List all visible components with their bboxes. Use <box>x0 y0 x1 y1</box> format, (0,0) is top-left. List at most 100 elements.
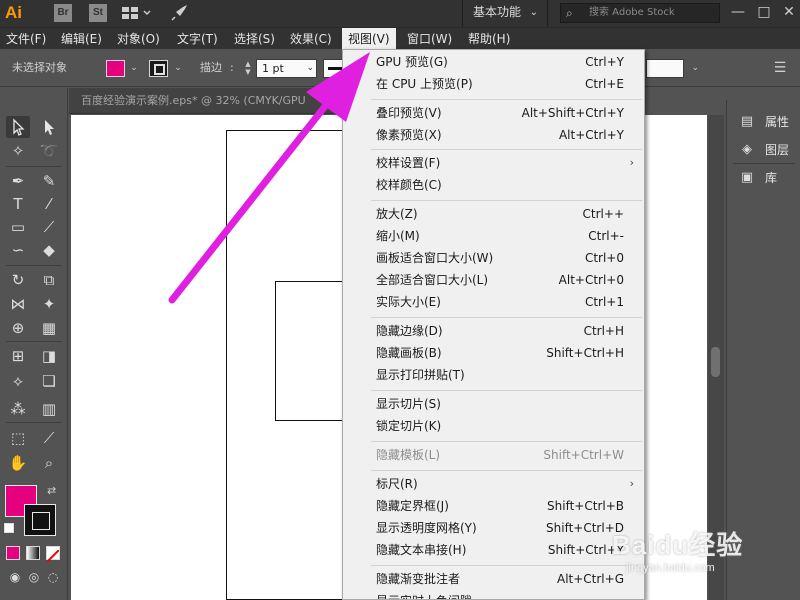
menu-item-proof-colors[interactable]: 校样颜色(C) <box>343 174 644 196</box>
menu-item-hide-text-threads[interactable]: 隐藏文本串接(H) Shift+Ctrl+Y <box>343 539 644 561</box>
line-tool-icon[interactable]: ⁄ <box>37 193 61 215</box>
lasso-tool-icon[interactable]: ➰ <box>37 140 61 162</box>
minimize-icon[interactable]: — <box>725 0 751 25</box>
fill-dropdown-icon[interactable]: ⌄ <box>127 60 141 77</box>
stroke-color-swatch[interactable] <box>149 60 168 77</box>
symbol-sprayer-tool-icon[interactable]: ⁂ <box>6 398 30 420</box>
bridge-button[interactable]: Br <box>54 4 72 22</box>
menu-view[interactable]: 视图(V) <box>342 28 396 50</box>
stroke-label[interactable]: 描边 <box>200 49 222 87</box>
none-mode-swatch[interactable] <box>46 546 60 563</box>
stock-button[interactable]: St <box>89 4 107 22</box>
stroke-color-box[interactable] <box>24 504 56 536</box>
properties-panel-button[interactable]: ▤ 属性 <box>727 110 800 134</box>
mesh-tool-icon[interactable]: ⊞ <box>6 345 30 367</box>
control-bar-menu-icon[interactable]: ☰ <box>770 59 790 78</box>
direct-selection-tool-icon[interactable] <box>37 116 61 138</box>
collapsed-panels: ▤ 属性 ◈ 图层 ▣ 库 <box>726 100 800 600</box>
illustrator-window: Ai Br St 基本功能 ⌄ ⌕ 搜索 Adobe Stock — □ ✕ 文… <box>0 0 800 600</box>
menu-file[interactable]: 文件(F) <box>0 28 52 50</box>
gpu-performance-icon[interactable] <box>170 4 188 22</box>
gradient-tool-icon[interactable]: ◨ <box>37 345 61 367</box>
artboard-tool-icon[interactable]: ⬚ <box>6 427 30 449</box>
vertical-scrollbar[interactable] <box>708 115 724 600</box>
workspace-switcher[interactable]: 基本功能 ⌄ <box>462 0 548 27</box>
column-graph-tool-icon[interactable]: ▥ <box>37 398 61 420</box>
menu-item-show-transparency-grid[interactable]: 显示透明度网格(Y) Shift+Ctrl+D <box>343 517 644 539</box>
toolbar-divider <box>6 166 62 167</box>
document-tab[interactable]: 百度经验演示案例.eps* @ 32% (CMYK/GPU <box>69 88 341 114</box>
menu-help[interactable]: 帮助(H) <box>462 28 516 50</box>
panel-label: 库 <box>765 171 778 185</box>
menu-item-zoom-in[interactable]: 放大(Z) Ctrl++ <box>343 203 644 225</box>
menu-type[interactable]: 文字(T) <box>171 28 224 50</box>
menu-item-gpu-preview[interactable]: GPU 预览(G) Ctrl+Y <box>343 51 644 73</box>
hand-tool-icon[interactable]: ✋ <box>6 452 30 474</box>
chevron-right-icon: › <box>629 156 634 169</box>
scrollbar-thumb[interactable] <box>711 347 720 377</box>
eraser-tool-icon[interactable]: ◆ <box>37 239 61 261</box>
menu-item-overprint-preview[interactable]: 叠印预览(V) Alt+Shift+Ctrl+Y <box>343 102 644 124</box>
draw-inside-icon[interactable]: ◌ <box>41 566 65 588</box>
style-field[interactable]: ⌄ <box>646 59 699 78</box>
menu-effect[interactable]: 效果(C) <box>284 28 338 50</box>
selection-tool-icon[interactable] <box>6 116 30 138</box>
menu-item-lock-slices[interactable]: 锁定切片(K) <box>343 415 644 437</box>
rotate-tool-icon[interactable]: ↻ <box>6 269 30 291</box>
menu-item-rulers[interactable]: 标尺(R) › <box>343 473 644 495</box>
menu-item-hide-edges[interactable]: 隐藏边缘(D) Ctrl+H <box>343 320 644 342</box>
menu-item-actual-size[interactable]: 实际大小(E) Ctrl+1 <box>343 291 644 313</box>
stroke-weight-field[interactable]: 1 pt ⌄ <box>256 59 317 78</box>
pen-tool-icon[interactable]: ✒ <box>6 170 30 192</box>
magic-wand-tool-icon[interactable]: ✧ <box>6 140 30 162</box>
stroke-weight-value: 1 pt <box>262 62 284 75</box>
shape-builder-tool-icon[interactable]: ⊕ <box>6 317 30 339</box>
menu-item-show-slices[interactable]: 显示切片(S) <box>343 393 644 415</box>
menu-item-hide-artboards[interactable]: 隐藏画板(B) Shift+Ctrl+H <box>343 342 644 364</box>
rectangle-tool-icon[interactable]: ▭ <box>6 216 30 238</box>
arrange-documents-icon[interactable] <box>121 4 151 22</box>
toolbar-divider <box>6 422 62 423</box>
menu-select[interactable]: 选择(S) <box>228 28 281 50</box>
maximize-icon[interactable]: □ <box>751 0 777 25</box>
blend-tool-icon[interactable]: ❏ <box>37 370 61 392</box>
fill-color-swatch[interactable] <box>106 60 125 77</box>
default-fill-stroke-icon[interactable] <box>4 523 14 533</box>
menu-item-zoom-out[interactable]: 缩小(M) Ctrl+- <box>343 225 644 247</box>
panel-label: 图层 <box>765 143 790 157</box>
perspective-grid-tool-icon[interactable]: ▦ <box>37 317 61 339</box>
libraries-panel-button[interactable]: ▣ 库 <box>727 166 800 190</box>
slice-tool-icon[interactable]: ⟋ <box>37 427 61 449</box>
menu-item-proof-setup[interactable]: 校样设置(F) › <box>343 152 644 174</box>
menu-item-fit-all[interactable]: 全部适合窗口大小(L) Alt+Ctrl+0 <box>343 269 644 291</box>
scale-tool-icon[interactable]: ⧉ <box>37 269 61 291</box>
type-tool-icon[interactable]: T <box>6 193 30 215</box>
chevron-right-icon: › <box>629 477 634 490</box>
close-icon[interactable]: ✕ <box>776 0 800 25</box>
menu-window[interactable]: 窗口(W) <box>401 28 458 50</box>
gradient-mode-swatch[interactable] <box>26 546 40 560</box>
menu-item-pixel-preview[interactable]: 像素预览(X) Alt+Ctrl+Y <box>343 124 644 146</box>
stroke-stepper-icon[interactable]: ▲ ▼ <box>243 60 253 77</box>
menu-item-show-live-paint-gaps[interactable]: 显示实时上色间隙 <box>343 590 644 599</box>
zoom-tool-icon[interactable]: ⌕ <box>37 452 61 474</box>
puppet-warp-tool-icon[interactable]: ✦ <box>37 293 61 315</box>
shaper-tool-icon[interactable]: ∽ <box>6 239 30 261</box>
stock-search-input[interactable]: ⌕ 搜索 Adobe Stock <box>560 3 720 23</box>
menu-item-hide-bounding-box[interactable]: 隐藏定界框(J) Shift+Ctrl+B <box>343 495 644 517</box>
stroke-dropdown-icon[interactable]: ⌄ <box>171 60 185 77</box>
swap-fill-stroke-icon[interactable]: ⇄ <box>47 484 56 497</box>
menu-item-hide-gradient-annotator[interactable]: 隐藏渐变批注者 Alt+Ctrl+G <box>343 568 644 590</box>
curvature-tool-icon[interactable]: ✎ <box>37 170 61 192</box>
color-mode-swatch[interactable] <box>6 546 20 560</box>
layers-panel-button[interactable]: ◈ 图层 <box>727 138 800 162</box>
paintbrush-tool-icon[interactable]: ⟋ <box>37 216 61 238</box>
width-tool-icon[interactable]: ⋈ <box>6 293 30 315</box>
eyedropper-tool-icon[interactable]: ⟡ <box>6 370 30 392</box>
menu-bar: 文件(F) 编辑(E) 对象(O) 文字(T) 选择(S) 效果(C) 视图(V… <box>0 27 800 50</box>
menu-item-fit-artboard[interactable]: 画板适合窗口大小(W) Ctrl+0 <box>343 247 644 269</box>
menu-item-cpu-preview[interactable]: 在 CPU 上预览(P) Ctrl+E <box>343 73 644 95</box>
menu-object[interactable]: 对象(O) <box>111 28 166 50</box>
menu-edit[interactable]: 编辑(E) <box>55 28 108 50</box>
menu-item-show-print-tiling[interactable]: 显示打印拼贴(T) <box>343 364 644 386</box>
